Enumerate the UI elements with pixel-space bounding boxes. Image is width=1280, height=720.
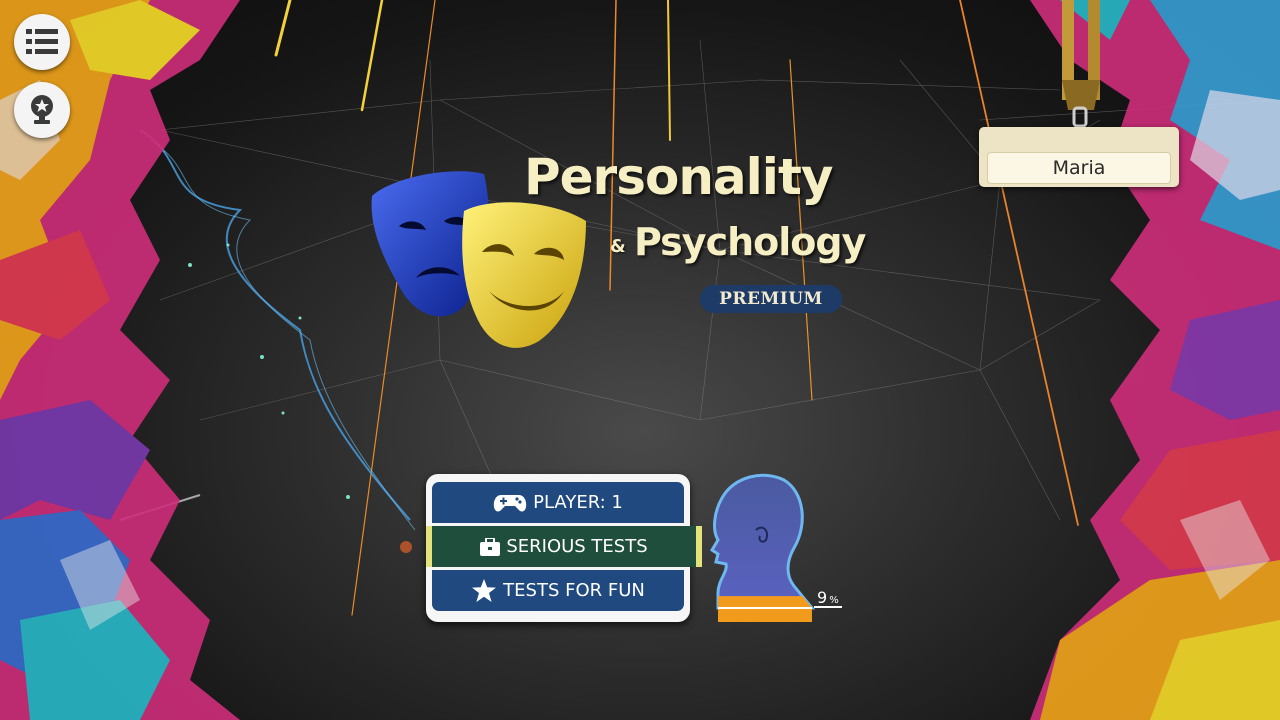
trophy-icon — [31, 95, 53, 124]
head-progress-icon — [709, 473, 816, 622]
title-ampersand: & — [610, 236, 626, 257]
player-count-label: PLAYER: 1 — [533, 492, 623, 513]
player-count-button[interactable]: PLAYER: 1 — [432, 482, 684, 523]
achievements-button[interactable] — [14, 82, 70, 138]
serious-tests-label: SERIOUS TESTS — [506, 536, 648, 557]
title-psychology: Psychology — [634, 220, 866, 264]
premium-badge: PREMIUM — [700, 285, 842, 313]
tests-for-fun-label: TESTS FOR FUN — [503, 580, 645, 601]
briefcase-icon — [480, 537, 501, 556]
progress-percent: 9% — [817, 588, 839, 607]
star-icon — [472, 578, 497, 602]
gamepad-icon — [493, 494, 527, 511]
progress-value: 9 — [817, 588, 828, 607]
player-name-badge[interactable]: Maria — [979, 127, 1179, 187]
serious-tests-button[interactable]: SERIOUS TESTS — [426, 526, 702, 567]
tests-for-fun-button[interactable]: TESTS FOR FUN — [432, 570, 684, 611]
menu-button[interactable] — [14, 14, 70, 70]
player-name: Maria — [987, 152, 1171, 184]
progress-unit: % — [829, 595, 839, 606]
main-menu: PLAYER: 1 SERIOUS TESTS TESTS FOR FUN — [426, 474, 702, 622]
title-personality: Personality — [524, 148, 833, 206]
progress-fill — [712, 596, 812, 608]
list-icon — [26, 29, 58, 54]
